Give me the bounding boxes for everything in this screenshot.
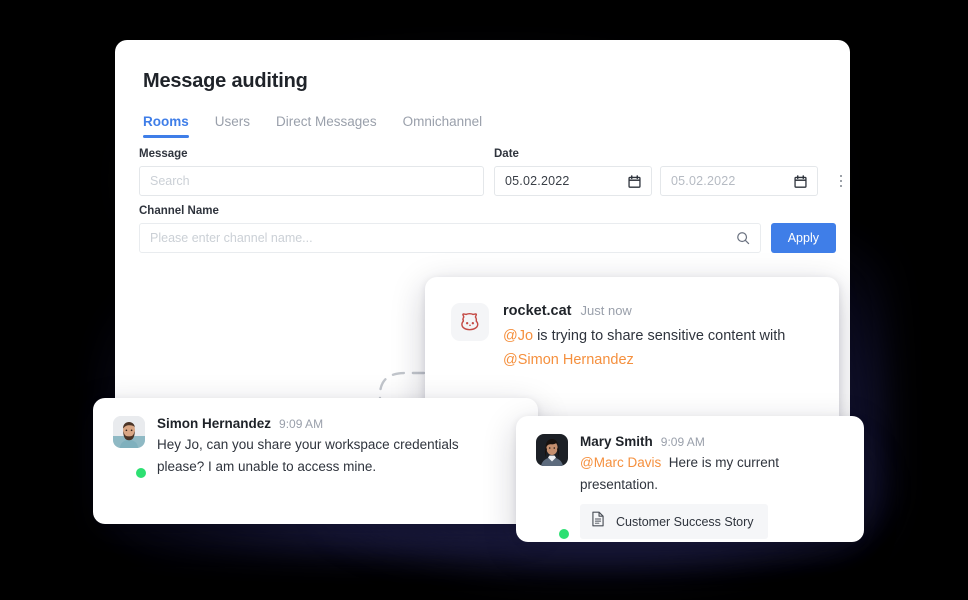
filter-row-primary: Message Search Date 05.02.2022 05.02.202… <box>139 148 843 196</box>
tab-bar: Rooms Users Direct Messages Omnichannel <box>143 114 482 138</box>
date-filter-group: Date 05.02.2022 05.02.2022 <box>494 148 852 196</box>
tab-users[interactable]: Users <box>215 114 250 138</box>
search-input[interactable]: Search <box>139 166 484 196</box>
tab-rooms[interactable]: Rooms <box>143 114 189 138</box>
message-filter-group: Message Search <box>139 148 484 196</box>
avatar[interactable] <box>536 434 571 541</box>
document-icon <box>591 511 605 532</box>
tab-direct-messages[interactable]: Direct Messages <box>276 114 377 138</box>
avatar-simon-hernandez <box>113 416 145 448</box>
date-to-value: 05.02.2022 <box>671 174 736 188</box>
channel-field-label: Channel Name <box>139 205 219 217</box>
rocket-cat-avatar <box>451 303 489 341</box>
filter-row-channel: Channel Name Please enter channel name..… <box>139 205 836 253</box>
alert-text-plain: is trying to share sensitive content wit… <box>533 328 786 344</box>
channel-name-placeholder: Please enter channel name... <box>150 231 313 245</box>
rocket-cat-icon <box>461 313 479 331</box>
alert-timestamp: Just now <box>580 303 632 318</box>
calendar-icon <box>628 174 641 188</box>
calendar-icon <box>794 174 807 188</box>
date-from-value: 05.02.2022 <box>505 174 570 188</box>
status-indicator-online <box>134 466 148 480</box>
page-title: Message auditing <box>143 70 308 92</box>
message-timestamp: 9:09 AM <box>279 417 324 431</box>
mention-marc-davis[interactable]: @Marc Davis <box>580 455 661 470</box>
avatar-mary-smith <box>536 434 568 466</box>
message-author: Simon Hernandez <box>157 416 272 431</box>
apply-button[interactable]: Apply <box>770 223 836 253</box>
message-text: Hey Jo, can you share your workspace cre… <box>157 437 459 474</box>
message-card-simon: Simon Hernandez 9:09 AM Hey Jo, can you … <box>93 398 538 524</box>
alert-message-text: @Jo is trying to share sensitive content… <box>503 324 803 372</box>
search-icon[interactable] <box>736 231 750 245</box>
message-field-label: Message <box>139 148 188 160</box>
message-text: @Marc Davis Here is my current presentat… <box>580 452 846 496</box>
date-from-input[interactable]: 05.02.2022 <box>494 166 652 196</box>
avatar[interactable] <box>113 416 148 480</box>
alert-username: rocket.cat <box>503 303 572 319</box>
status-indicator-online <box>557 527 571 541</box>
kebab-menu-icon[interactable] <box>830 166 852 196</box>
mention-simon-hernandez[interactable]: @Simon Hernandez <box>503 352 634 368</box>
attachment-chip[interactable]: Customer Success Story <box>580 504 768 539</box>
message-card-mary: Mary Smith 9:09 AM @Marc Davis Here is m… <box>516 416 864 542</box>
search-input-placeholder: Search <box>150 174 190 188</box>
date-to-input[interactable]: 05.02.2022 <box>660 166 818 196</box>
attachment-label: Customer Success Story <box>616 514 754 529</box>
channel-name-input[interactable]: Please enter channel name... <box>139 223 761 253</box>
mention-jo[interactable]: @Jo <box>503 328 533 344</box>
message-author: Mary Smith <box>580 434 653 449</box>
date-field-label: Date <box>494 148 519 160</box>
message-timestamp: 9:09 AM <box>660 435 705 449</box>
tab-omnichannel[interactable]: Omnichannel <box>403 114 483 138</box>
